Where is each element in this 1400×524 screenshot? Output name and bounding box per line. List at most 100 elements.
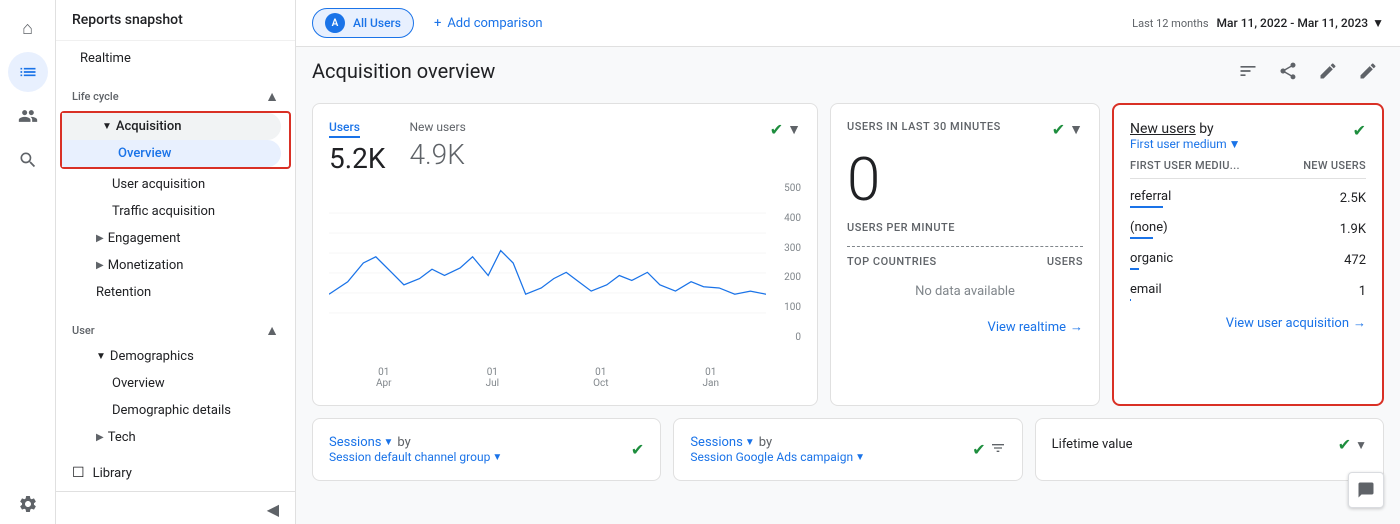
first-user-medium-dropdown[interactable]: First user medium ▼ (1130, 137, 1353, 151)
bottom-cards-row: Sessions ▼ by Session default channel gr… (312, 418, 1384, 481)
lifetime-check-icon: ✔ (1338, 435, 1351, 454)
sessions-dropdown-2[interactable]: Sessions ▼ (690, 435, 754, 450)
top-cards-row: Users 5.2K New users 4.9K ✔ ▼ (312, 103, 1384, 406)
chart-card-controls: ✔ ▼ (770, 120, 801, 139)
realtime-options-dropdown[interactable]: ▼ (1069, 121, 1083, 138)
all-users-chip[interactable]: A All Users (312, 8, 414, 38)
traffic-acquisition-nav-item[interactable]: Traffic acquisition (56, 198, 287, 225)
plus-icon: + (434, 16, 441, 31)
dem-overview-nav-item[interactable]: Overview (56, 370, 287, 397)
x-label-jan: 01Jan (703, 367, 719, 389)
sessions-ads-label-row: Sessions ▼ by (690, 435, 865, 450)
retention-nav-item[interactable]: Retention (56, 279, 287, 306)
people-icon[interactable] (8, 96, 48, 136)
table-col2-header: NEW USERS (1303, 159, 1366, 172)
date-range-value[interactable]: Mar 11, 2022 - Mar 11, 2023 ▼ (1217, 16, 1384, 30)
lifetime-dropdown[interactable]: ▼ (1355, 438, 1367, 452)
sidebar: Reports snapshot Realtime Life cycle ▲ ▼… (56, 0, 296, 524)
y-axis-labels: 500 400 300 200 100 0 (771, 183, 801, 343)
channel-dropdown-arrow: ▼ (492, 452, 502, 463)
new-users-table-header: FIRST USER MEDIU... NEW USERS (1130, 159, 1366, 179)
sessions-ads-controls: ✔ (972, 440, 1005, 460)
users-value: 5.2K (329, 142, 385, 175)
analytics-icon[interactable] (8, 52, 48, 92)
ads-campaign-dropdown[interactable]: Session Google Ads campaign ▼ (690, 450, 865, 464)
engagement-nav-item[interactable]: ▶ Engagement (56, 225, 287, 252)
row-value: 1.9K (1340, 222, 1366, 237)
demographics-nav-item[interactable]: ▼ Demographics (56, 343, 287, 370)
y-label-500: 500 (771, 183, 801, 194)
view-realtime-link[interactable]: View realtime → (847, 319, 1083, 335)
row-bar (1130, 268, 1139, 270)
table-col1-header: FIRST USER MEDIU... (1130, 159, 1240, 172)
row-bar (1130, 237, 1153, 239)
channel-group-dropdown[interactable]: Session default channel group ▼ (329, 450, 502, 464)
pencil-button[interactable] (1352, 55, 1384, 87)
y-label-400: 400 (771, 213, 801, 224)
chart-options-dropdown[interactable]: ▼ (787, 121, 801, 138)
demographic-details-nav-item[interactable]: Demographic details (56, 397, 287, 424)
realtime-card-header: USERS IN LAST 30 MINUTES ✔ ▼ (847, 120, 1083, 139)
countries-col2-label: USERS (1047, 255, 1083, 268)
user-section-label[interactable]: User ▲ (56, 314, 295, 343)
no-data-label: No data available (847, 272, 1083, 311)
chart-area: 500 400 300 200 100 0 (329, 183, 801, 363)
search-icon[interactable] (8, 140, 48, 180)
acquisition-nav-item[interactable]: ▼ Acquisition (62, 113, 281, 140)
sessions-channel-title: Sessions ▼ by Session default channel gr… (329, 435, 502, 464)
row-bar (1130, 299, 1131, 301)
lifecycle-section-label[interactable]: Life cycle ▲ (56, 80, 295, 109)
new-users-metric: New users 4.9K (409, 120, 465, 175)
main-chart-card: Users 5.2K New users 4.9K ✔ ▼ (312, 103, 818, 406)
add-comparison-button[interactable]: + Add comparison (426, 12, 551, 35)
lifetime-value-card: Lifetime value ✔ ▼ (1035, 418, 1384, 481)
reports-snapshot-label[interactable]: Reports snapshot (56, 0, 295, 41)
sessions-dropdown-1[interactable]: Sessions ▼ (329, 435, 393, 450)
new-users-header-content: New users by First user medium ▼ (1130, 121, 1353, 151)
dropdown-arrow-2: ▼ (745, 437, 755, 448)
lifetime-value-label: Lifetime value (1052, 437, 1133, 452)
row-label: (none) (1130, 220, 1168, 239)
realtime-card: USERS IN LAST 30 MINUTES ✔ ▼ 0 USERS PER… (830, 103, 1100, 406)
new-users-label[interactable]: New users (409, 120, 465, 134)
tech-nav-item[interactable]: ▶ Tech (56, 424, 287, 451)
x-axis-labels: 01Apr 01Jul 01Oct 01Jan (329, 367, 801, 389)
row-label: email (1130, 282, 1162, 301)
all-users-label: All Users (353, 16, 401, 30)
table-row: organic 472 (1130, 245, 1366, 276)
y-label-200: 200 (771, 272, 801, 283)
sessions-ads-card: Sessions ▼ by Session Google Ads campaig… (673, 418, 1022, 481)
edit-comparison-button[interactable] (1312, 55, 1344, 87)
monetization-nav-item[interactable]: ▶ Monetization (56, 252, 287, 279)
users-metric: Users 5.2K (329, 120, 385, 175)
y-label-0: 0 (771, 332, 801, 343)
feedback-button[interactable] (1348, 472, 1384, 508)
line-chart-svg (329, 183, 766, 343)
chart-card-header: Users 5.2K New users 4.9K ✔ ▼ (329, 120, 801, 175)
row-value: 472 (1344, 253, 1366, 268)
realtime-card-controls: ✔ ▼ (1052, 120, 1083, 139)
x-label-oct: 01Oct (593, 367, 608, 389)
page-header-row: Acquisition overview (296, 47, 1400, 91)
arrow-right-icon-2: → (1353, 315, 1366, 331)
overview-nav-item[interactable]: Overview (62, 140, 281, 167)
customize-report-button[interactable] (1232, 55, 1264, 87)
collapse-sidebar-button[interactable]: ◀ (56, 492, 295, 524)
view-user-acquisition-link[interactable]: View user acquisition → (1130, 315, 1366, 331)
user-acquisition-nav-item[interactable]: User acquisition (56, 171, 287, 198)
dropdown-arrow-1: ▼ (384, 437, 394, 448)
countries-header: TOP COUNTRIES USERS (847, 255, 1083, 268)
library-nav-item[interactable]: ☐ Library (56, 459, 287, 487)
y-label-300: 300 (771, 243, 801, 254)
lifetime-value-title: Lifetime value (1052, 437, 1133, 452)
realtime-header-content: USERS IN LAST 30 MINUTES (847, 120, 1052, 133)
users-label[interactable]: Users (329, 120, 360, 138)
share-button[interactable] (1272, 55, 1304, 87)
realtime-nav-item[interactable]: Realtime (56, 45, 287, 72)
content-area: Users 5.2K New users 4.9K ✔ ▼ (296, 91, 1400, 524)
x-label-apr: 01Apr (376, 367, 392, 389)
settings-icon[interactable] (8, 484, 48, 524)
row-label: referral (1130, 189, 1171, 208)
filter-icon[interactable] (990, 440, 1006, 460)
home-icon[interactable]: ⌂ (8, 8, 48, 48)
